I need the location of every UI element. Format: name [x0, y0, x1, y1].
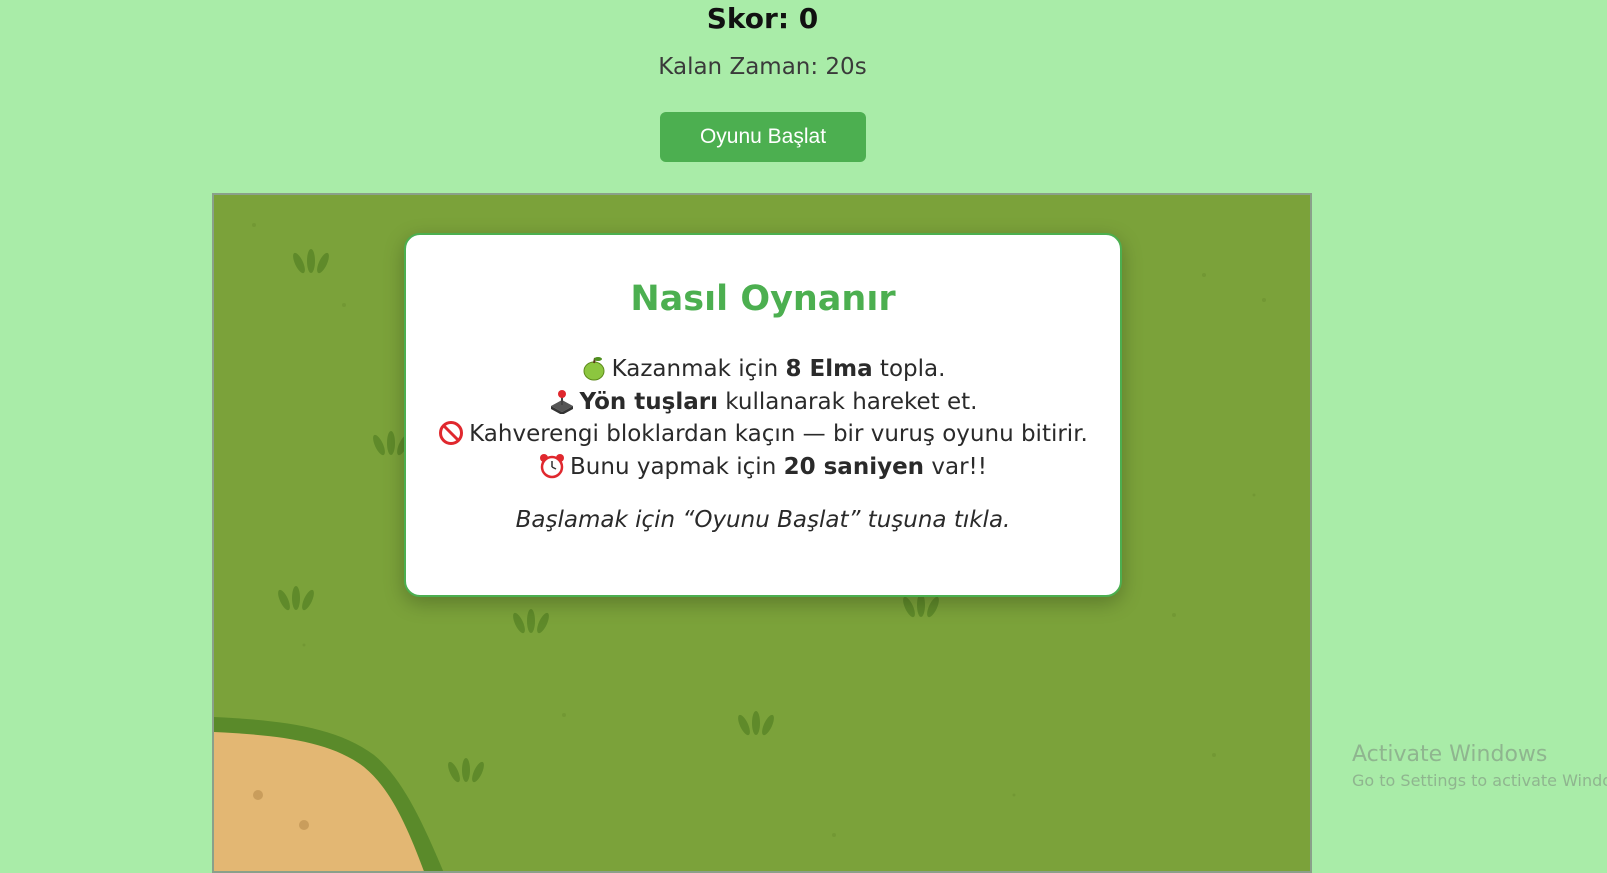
rule-avoid-brown-blocks: Kahverengi bloklardan kaçın — bir vuruş …: [406, 418, 1120, 451]
alarm-clock-icon: [540, 453, 565, 478]
rule-text-before: Kazanmak için: [611, 356, 786, 382]
rule-text-bold: 20 saniyen: [783, 453, 925, 480]
watermark-subtitle: Go to Settings to activate Windows.: [1352, 771, 1607, 790]
rule-arrow-keys: Yön tuşları kullanarak hareket et.: [406, 386, 1120, 419]
rule-time-limit: Bunu yapmak için 20 saniyen var!!: [406, 451, 1120, 484]
how-to-play-modal: Nasıl Oynanır Kazanmak için 8 Elma topla…: [404, 233, 1122, 597]
start-game-button[interactable]: Oyunu Başlat: [660, 112, 866, 162]
rule-text-after: kullanarak hareket et.: [717, 388, 978, 415]
score-display: Skor: 0: [706, 2, 819, 35]
rule-text-bold: Yön tuşları: [579, 388, 718, 415]
rule-text-after: topla.: [872, 356, 946, 382]
green-apple-icon: [583, 357, 605, 381]
start-hint: Başlamak için “Oyunu Başlat” tuşuna tıkl…: [515, 507, 1011, 533]
watermark-title: Activate Windows: [1352, 742, 1548, 767]
rule-text-before: Kahverengi bloklardan kaçın — bir vuruş …: [469, 421, 1088, 447]
rule-collect-apples: Kazanmak için 8 Elma topla.: [406, 353, 1120, 386]
rule-text-after: var!!: [924, 453, 987, 480]
prohibited-icon: [439, 421, 464, 445]
activate-windows-watermark: Activate Windows Go to Settings to activ…: [1352, 742, 1607, 790]
joystick-icon: [550, 389, 573, 414]
modal-title: Nasıl Oynanır: [630, 279, 896, 319]
rule-text-before: Bunu yapmak için: [570, 453, 784, 480]
time-remaining-display: Kalan Zaman: 20s: [658, 54, 867, 80]
rule-text-bold: 8 Elma: [785, 356, 873, 382]
rules-list: Kazanmak için 8 Elma topla. Yön tuşları …: [406, 353, 1120, 483]
